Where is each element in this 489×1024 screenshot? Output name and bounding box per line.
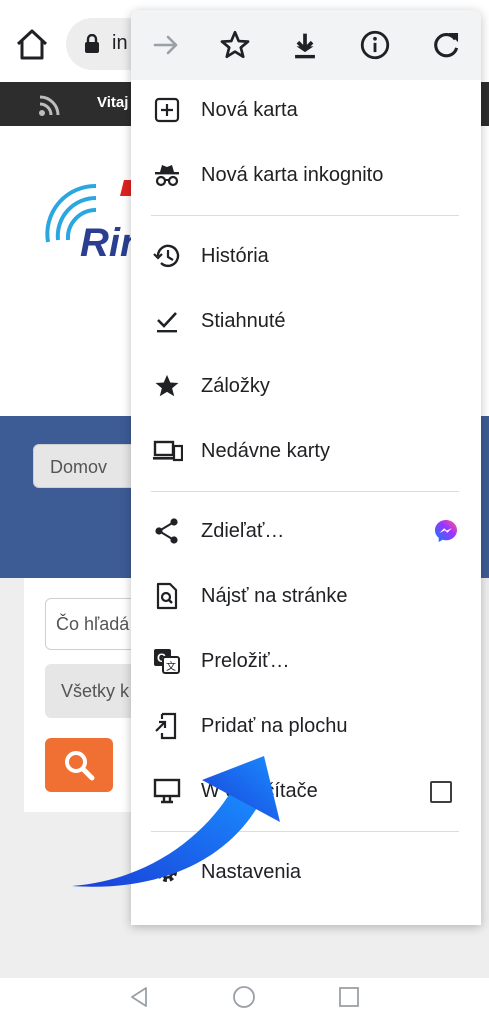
menu-item-label: Nová karta <box>201 99 298 121</box>
menu-item-share[interactable]: Zdieľať… <box>131 499 481 563</box>
desktop-site-checkbox[interactable] <box>430 781 452 803</box>
menu-toolbar <box>131 10 481 80</box>
menu-item-recent-tabs[interactable]: Nedávne karty <box>131 419 481 483</box>
menu-item-history[interactable]: História <box>131 224 481 288</box>
menu-item-label: Záložky <box>201 375 270 397</box>
menu-item-downloads[interactable]: Stiahnuté <box>131 289 481 353</box>
translate-icon: G文 <box>153 647 181 675</box>
menu-item-label: Preložiť… <box>201 650 290 672</box>
menu-item-label: W e počítače <box>201 780 318 802</box>
new-tab-icon <box>153 96 181 124</box>
url-text: in <box>112 32 128 54</box>
home-nav-button[interactable]: Domov <box>33 444 143 488</box>
home-circle-icon[interactable] <box>232 985 256 1014</box>
site-logo[interactable]: Rin <box>38 170 144 267</box>
menu-item-desktop-site[interactable]: W e počítače <box>131 759 481 823</box>
page-bottom-area <box>0 928 489 978</box>
svg-text:文: 文 <box>166 660 176 673</box>
reload-icon[interactable] <box>429 28 463 62</box>
menu-item-find-in-page[interactable]: Nájsť na stránke <box>131 564 481 628</box>
menu-item-new-tab[interactable]: Nová karta <box>131 78 481 142</box>
menu-divider <box>151 831 459 832</box>
search-icon <box>65 751 95 781</box>
logo-text: Rin <box>80 221 138 262</box>
menu-item-label: Pridať na plochu <box>201 715 348 737</box>
download-icon[interactable] <box>288 28 322 62</box>
menu-item-add-to-home[interactable]: Pridať na plochu <box>131 694 481 758</box>
menu-item-translate[interactable]: G文 Preložiť… <box>131 629 481 693</box>
share-icon <box>153 517 181 545</box>
bookmarks-star-icon <box>153 372 181 400</box>
info-icon[interactable] <box>358 28 392 62</box>
menu-divider <box>151 491 459 492</box>
menu-item-label: Stiahnuté <box>201 310 286 332</box>
menu-item-bookmarks[interactable]: Záložky <box>131 354 481 418</box>
messenger-icon[interactable] <box>433 518 459 544</box>
search-button[interactable] <box>45 738 113 792</box>
system-navigation-bar <box>0 978 489 1024</box>
browser-overflow-menu: Nová karta Nová karta inkognito História… <box>131 10 481 925</box>
menu-item-label: Nedávne karty <box>201 440 330 462</box>
lock-icon <box>84 33 100 59</box>
find-in-page-icon <box>153 582 181 610</box>
downloads-icon <box>153 307 181 335</box>
menu-item-settings[interactable]: Nastavenia <box>131 840 481 904</box>
incognito-icon <box>153 161 181 189</box>
menu-item-label: Nová karta inkognito <box>201 164 384 186</box>
recent-apps-icon[interactable] <box>338 986 360 1013</box>
forward-icon[interactable] <box>149 28 183 62</box>
menu-item-label: História <box>201 245 269 267</box>
menu-item-incognito[interactable]: Nová karta inkognito <box>131 143 481 207</box>
history-icon <box>153 242 181 270</box>
bookmark-star-icon[interactable] <box>218 28 252 62</box>
menu-item-label: Nastavenia <box>201 861 302 883</box>
add-to-home-icon <box>153 712 181 740</box>
menu-divider <box>151 215 459 216</box>
menu-item-label: Zdieľať… <box>201 520 285 542</box>
settings-icon <box>153 858 181 886</box>
desktop-icon <box>153 777 181 805</box>
menu-item-label: Nájsť na stránke <box>201 585 348 607</box>
rss-icon[interactable] <box>38 95 62 122</box>
recent-tabs-icon <box>153 437 184 465</box>
back-icon[interactable] <box>128 986 150 1013</box>
home-icon[interactable] <box>14 28 50 60</box>
welcome-text: Vitaj <box>97 94 129 111</box>
